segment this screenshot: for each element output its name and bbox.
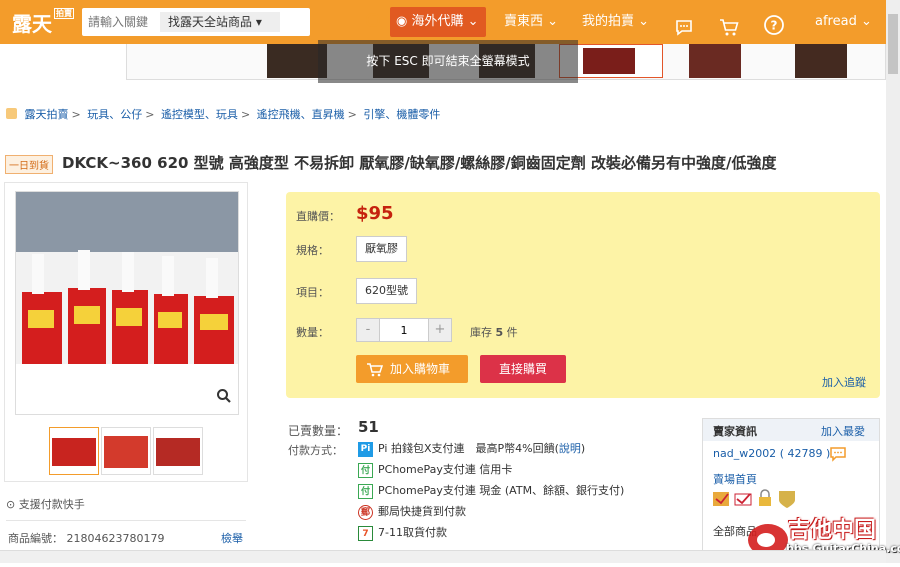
chat-icon[interactable] (829, 445, 847, 467)
chevron-down-icon: ▾ (255, 15, 262, 29)
seller-header: 賣家資訊 加入最愛 (703, 419, 879, 441)
banner-thumb[interactable] (795, 44, 847, 78)
watermark-title: 吉他中国 (788, 518, 877, 543)
payment-label: 付款方式： (288, 444, 343, 457)
qty-decrease-button[interactable]: - (356, 318, 380, 342)
item-label: 項目： (296, 286, 329, 299)
cart-button[interactable] (718, 12, 740, 36)
banner-thumb[interactable] (689, 44, 741, 78)
chevron-down-icon: ⌄ (638, 14, 650, 29)
sold-count: 51 (358, 418, 379, 436)
breadcrumb-item[interactable]: 遙控模型、玩具 (161, 108, 238, 121)
seven-eleven-icon: 7 (358, 525, 373, 541)
post-office-icon: 郵 (358, 504, 373, 520)
breadcrumb: 露天拍賣 > 玩具、公仔 > 遙控模型、玩具 > 遙控飛機、直昇機 > 引擎、機體零件 (6, 106, 440, 122)
spec-option[interactable]: 厭氧膠 (356, 236, 407, 262)
payment-option: 7 7-11取貨付款 (358, 524, 447, 541)
gallery-thumb[interactable] (101, 427, 151, 475)
cart-icon (720, 19, 739, 36)
report-link[interactable]: 檢舉 (221, 530, 243, 546)
nav-overseas-purchase[interactable]: ◉ 海外代購 ⌄ (390, 7, 486, 37)
search-box: 找露天全站商品 ▾ (82, 8, 383, 36)
globe-icon: ◉ (396, 14, 408, 29)
fast-pay-link[interactable]: ⊙ 支援付款快手 (6, 496, 85, 512)
nav-my-auctions[interactable]: 我的拍賣 ⌄ (582, 0, 649, 44)
breadcrumb-item[interactable]: 玩具、公仔 (87, 108, 142, 121)
nav-sell[interactable]: 賣東西 ⌄ (504, 0, 558, 44)
search-button[interactable] (358, 8, 392, 36)
next-day-delivery-badge: 一日到貨 (5, 155, 53, 174)
chevron-down-icon: ⌄ (860, 14, 872, 29)
buy-now-button[interactable]: 直接購買 (480, 355, 566, 383)
spec-label: 規格： (296, 244, 329, 257)
qty-increase-button[interactable]: + (428, 318, 452, 342)
sold-label: 已賣數量： (288, 424, 349, 438)
store-home-link[interactable]: 賣場首頁 (713, 471, 757, 487)
payment-option: 付 PChomePay支付連 現金 (ATM、餘額、銀行支付) (358, 482, 624, 499)
help-button[interactable]: ? (763, 11, 785, 35)
question-icon: ? (764, 15, 784, 35)
cart-icon (366, 355, 384, 393)
breadcrumb-item[interactable]: 露天拍賣 (25, 108, 69, 121)
scrollbar[interactable] (886, 0, 900, 563)
product-photo (16, 192, 238, 414)
stock-info: 庫存 5 件 (470, 326, 518, 339)
horizontal-scrollbar[interactable] (0, 550, 886, 563)
chevron-down-icon: ⌄ (467, 14, 479, 29)
site-logo[interactable]: 露天 拍賣 (12, 8, 74, 37)
zoom-icon[interactable] (216, 388, 232, 408)
product-main-image[interactable] (15, 191, 239, 415)
svg-text:?: ? (771, 19, 778, 33)
search-input[interactable] (88, 12, 150, 32)
product-id: 商品編號： 21804623780179 (8, 532, 165, 545)
gallery-thumb[interactable] (49, 427, 99, 475)
payment-option: Pi Pi 拍錢包X支付連 最高P幣4%回饋(說明) (358, 440, 585, 457)
scrollbar-thumb[interactable] (888, 14, 898, 74)
pchomepay-icon: 付 (358, 483, 373, 499)
qty-input[interactable] (379, 318, 429, 342)
payment-info-link[interactable]: 說明 (559, 442, 581, 455)
seller-name[interactable]: nad_w2002 ( 42789 ) (713, 447, 830, 460)
gallery-thumb[interactable] (153, 427, 203, 475)
item-option[interactable]: 620型號 (356, 278, 417, 304)
chat-button[interactable] (674, 12, 694, 36)
check-circle-icon: ⊙ (6, 498, 16, 511)
track-link[interactable]: 加入追蹤 (822, 374, 866, 390)
price-label: 直購價： (296, 210, 340, 223)
user-menu[interactable]: afread ⌄ (815, 0, 872, 44)
breadcrumb-item[interactable]: 引擎、機體零件 (363, 108, 440, 121)
breadcrumb-arrow-icon (6, 108, 17, 119)
product-gallery (4, 182, 248, 482)
seller-title: 賣家資訊 (713, 425, 757, 438)
product-title: DKCK~360 620 型號 高強度型 不易拆卸 厭氧膠/缺氧膠/螺絲膠/銅齒… (62, 154, 777, 172)
payment-option: 郵郵局快捷貨到付款 (358, 503, 466, 520)
add-to-cart-button[interactable]: 加入購物車 (356, 355, 468, 383)
chat-icon (676, 20, 692, 36)
payment-option: 付 PChomePay支付連 信用卡 (358, 461, 512, 478)
search-scope-dropdown[interactable]: 找露天全站商品 ▾ (160, 12, 280, 32)
pi-wallet-icon: Pi (358, 441, 373, 457)
top-navbar: 露天拍賣 找露天全站商品 ▾ ◉ 海外代購 ⌄ 賣東西 ⌄ 我的拍賣 ⌄ ? a… (0, 0, 886, 44)
pchomepay-icon: 付 (358, 462, 373, 478)
add-favorite-link[interactable]: 加入最愛 (821, 423, 865, 439)
banner-thumb-image (583, 48, 635, 74)
divider (6, 520, 246, 521)
chevron-down-icon: ⌄ (547, 14, 559, 29)
fullscreen-tip: 按下 ESC 即可結束全螢幕模式 (318, 40, 578, 83)
price: $95 (356, 203, 394, 224)
qty-label: 數量： (296, 326, 329, 339)
search-icon (366, 13, 383, 30)
breadcrumb-item[interactable]: 遙控飛機、直昇機 (257, 108, 345, 121)
